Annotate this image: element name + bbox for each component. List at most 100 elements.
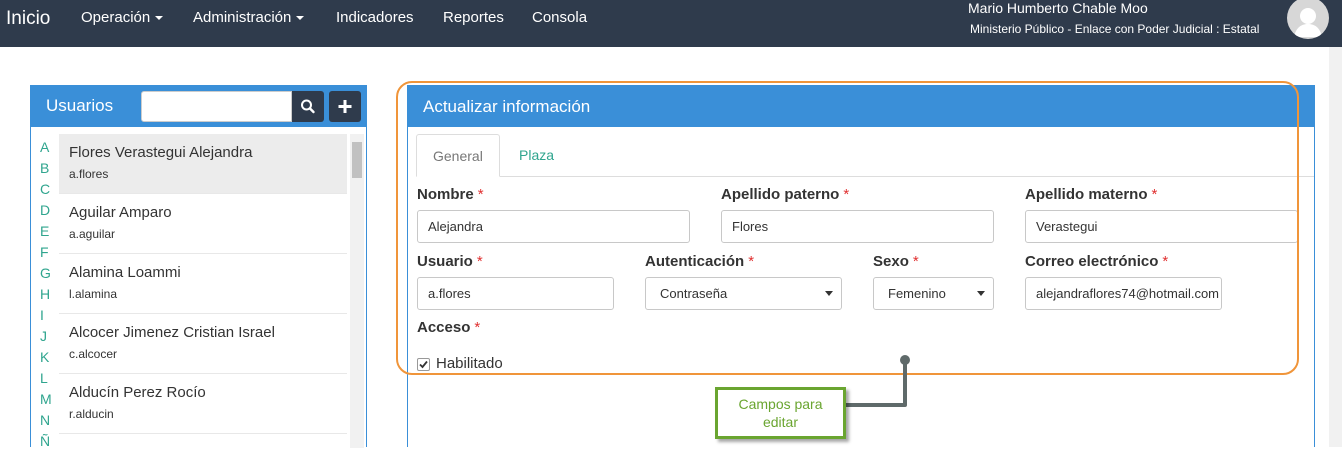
- letter-d-link[interactable]: D: [40, 200, 56, 221]
- caret-down-icon: [296, 16, 305, 21]
- user-role: Ministerio Público - Enlace con Poder Ju…: [970, 22, 1260, 36]
- nav-administracion-label: Administración: [193, 9, 292, 26]
- sexo-value: Femenino: [888, 286, 946, 301]
- update-info-panel: Actualizar información General Plaza Nom…: [407, 85, 1315, 447]
- apellido-paterno-label-text: Apellido paterno: [721, 186, 840, 203]
- apellido-materno-field[interactable]: Verastegui: [1025, 210, 1298, 243]
- nombre-label: Nombre *: [417, 186, 484, 203]
- letter-g-link[interactable]: G: [40, 263, 56, 284]
- users-panel-title: Usuarios: [46, 96, 114, 115]
- letter-l-link[interactable]: L: [40, 368, 56, 389]
- letter-f-link[interactable]: F: [40, 242, 56, 263]
- check-icon: [419, 360, 428, 369]
- usuario-label-text: Usuario: [417, 253, 473, 270]
- users-panel-header: Usuarios: [31, 86, 366, 127]
- required-mark: *: [474, 319, 481, 336]
- list-item[interactable]: Alducín Perez Rocío r.alducin: [59, 374, 347, 434]
- user-login: c.alcocer: [69, 347, 118, 361]
- callout-note: Campos para editar: [715, 387, 846, 439]
- nombre-field[interactable]: Alejandra: [417, 210, 690, 243]
- panel-title: Actualizar información: [423, 97, 591, 116]
- update-info-header: Actualizar información: [408, 86, 1314, 127]
- required-mark: *: [1162, 253, 1169, 270]
- user-login: r.alducin: [69, 407, 114, 421]
- nav-operacion-menu[interactable]: Operación: [81, 9, 164, 26]
- apellido-materno-label: Apellido materno *: [1025, 186, 1157, 203]
- nav-brand-link[interactable]: Inicio: [6, 8, 50, 30]
- scrollbar-thumb[interactable]: [352, 142, 362, 178]
- user-name: Mario Humberto Chable Moo: [968, 0, 1148, 16]
- nav-administracion-menu[interactable]: Administración: [193, 9, 305, 26]
- letter-j-link[interactable]: J: [40, 326, 56, 347]
- avatar[interactable]: [1287, 0, 1329, 39]
- letter-n-link[interactable]: N: [40, 410, 56, 431]
- letter-h-link[interactable]: H: [40, 284, 56, 305]
- apellido-materno-label-text: Apellido materno: [1025, 186, 1148, 203]
- user-login: a.flores: [69, 167, 109, 181]
- required-mark: *: [1151, 186, 1158, 203]
- top-navbar: Inicio Operación Administración Indicado…: [0, 0, 1342, 47]
- list-item[interactable]: Flores Verastegui Alejandra a.flores: [59, 134, 347, 194]
- user-list-scrollbar[interactable]: [350, 134, 364, 448]
- sexo-label: Sexo *: [873, 253, 919, 270]
- page-scrollbar[interactable]: [1329, 47, 1342, 447]
- users-panel: Usuarios A B C D E F G H I J K L M N Ñ F…: [30, 85, 367, 449]
- letter-i-link[interactable]: I: [40, 305, 56, 326]
- correo-label: Correo electrónico *: [1025, 253, 1168, 270]
- acceso-label: Acceso *: [417, 319, 480, 336]
- letter-c-link[interactable]: C: [40, 179, 56, 200]
- correo-field[interactable]: alejandraflores74@hotmail.com: [1025, 277, 1222, 310]
- dropdown-arrow-icon: [825, 291, 833, 296]
- required-mark: *: [843, 186, 850, 203]
- search-button[interactable]: [292, 91, 324, 122]
- autenticacion-label-text: Autenticación: [645, 253, 745, 270]
- nav-reportes-link[interactable]: Reportes: [443, 9, 504, 26]
- alphabet-index: A B C D E F G H I J K L M N Ñ: [40, 137, 56, 452]
- user-full-name: Aguilar Amparo: [69, 204, 172, 221]
- dropdown-arrow-icon: [977, 291, 985, 296]
- user-full-name: Alducín Perez Rocío: [69, 384, 206, 401]
- user-login: a.aguilar: [69, 227, 116, 241]
- tab-general[interactable]: General: [416, 134, 500, 177]
- usuario-label: Usuario *: [417, 253, 483, 270]
- tab-plaza[interactable]: Plaza: [503, 134, 570, 177]
- nav-indicadores-link[interactable]: Indicadores: [336, 9, 414, 26]
- nav-consola-link[interactable]: Consola: [532, 9, 587, 26]
- user-full-name: Flores Verastegui Alejandra: [69, 144, 253, 161]
- habilitado-checkbox[interactable]: [417, 358, 430, 371]
- required-mark: *: [476, 253, 483, 270]
- caret-down-icon: [155, 16, 164, 21]
- list-item[interactable]: Alcocer Jimenez Cristian Israel c.alcoce…: [59, 314, 347, 374]
- sexo-label-text: Sexo: [873, 253, 909, 270]
- habilitado-label: Habilitado: [436, 355, 503, 372]
- letter-m-link[interactable]: M: [40, 389, 56, 410]
- required-mark: *: [912, 253, 919, 270]
- user-avatar-icon: [1294, 8, 1322, 37]
- plus-icon: [338, 100, 352, 113]
- user-login: l.alamina: [69, 287, 118, 301]
- correo-label-text: Correo electrónico: [1025, 253, 1159, 270]
- required-mark: *: [748, 253, 755, 270]
- apellido-paterno-field[interactable]: Flores: [721, 210, 994, 243]
- sexo-select[interactable]: Femenino: [873, 277, 994, 310]
- user-full-name: Alcocer Jimenez Cristian Israel: [69, 324, 275, 341]
- users-search-input[interactable]: [141, 91, 292, 122]
- add-user-button[interactable]: [329, 91, 361, 122]
- apellido-paterno-label: Apellido paterno *: [721, 186, 849, 203]
- required-mark: *: [477, 186, 484, 203]
- user-full-name: Alamina Loammi: [69, 264, 181, 281]
- letter-e-link[interactable]: E: [40, 221, 56, 242]
- letter-b-link[interactable]: B: [40, 158, 56, 179]
- nombre-label-text: Nombre: [417, 186, 474, 203]
- nav-operacion-label: Operación: [81, 9, 151, 26]
- usuario-field[interactable]: a.flores: [417, 277, 614, 310]
- autenticacion-select[interactable]: Contraseña: [645, 277, 842, 310]
- autenticacion-value: Contraseña: [660, 286, 728, 301]
- list-item[interactable]: Aguilar Amparo a.aguilar: [59, 194, 347, 254]
- letter-k-link[interactable]: K: [40, 347, 56, 368]
- letter-enie-link[interactable]: Ñ: [40, 431, 56, 452]
- list-item[interactable]: Alamina Loammi l.alamina: [59, 254, 347, 314]
- user-list: Flores Verastegui Alejandra a.flores Agu…: [59, 134, 347, 434]
- acceso-label-text: Acceso: [417, 319, 471, 336]
- letter-a-link[interactable]: A: [40, 137, 56, 158]
